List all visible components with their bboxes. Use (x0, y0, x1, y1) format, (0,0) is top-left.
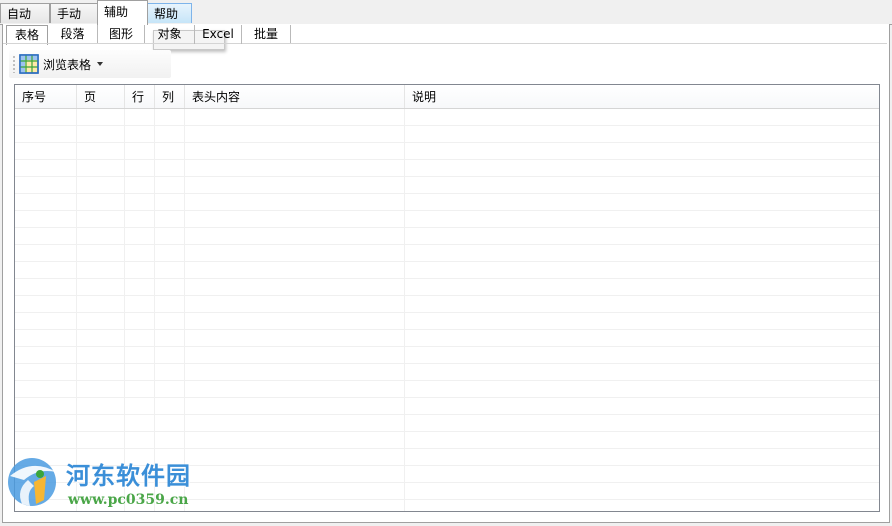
column-divider (154, 109, 155, 511)
column-header-row[interactable]: 行 (125, 85, 155, 108)
column-header-column[interactable]: 列 (155, 85, 185, 108)
tab-help[interactable]: 帮助 (147, 3, 192, 23)
sub-tab-divider (3, 43, 887, 44)
subtab-graphics[interactable]: 图形 (98, 25, 145, 44)
column-divider (124, 109, 125, 511)
table-list-grid[interactable]: 序号 页 行 列 表头内容 说明 (14, 84, 880, 512)
tab-auto[interactable]: 自动 (0, 3, 50, 23)
subtab-paragraph[interactable]: 段落 (48, 25, 98, 44)
sub-tab-strip: 表格 段落 图形 对象 Excel 批量 (6, 25, 306, 45)
grid-header: 序号 页 行 列 表头内容 说明 (15, 85, 879, 109)
subtab-excel[interactable]: Excel (195, 25, 242, 44)
column-header-content[interactable]: 表头内容 (185, 85, 405, 108)
tab-assist[interactable]: 辅助 (97, 0, 148, 25)
subtab-object[interactable]: 对象 (145, 25, 195, 44)
grid-body[interactable] (15, 109, 879, 511)
assist-panel: 表格 段落 图形 对象 Excel 批量 浏览表格 序号 页 行 列 表头内容 … (2, 24, 890, 523)
watermark-title: 河东软件园 (66, 461, 191, 490)
column-header-page[interactable]: 页 (77, 85, 125, 108)
watermark-logo-icon (8, 458, 56, 506)
browse-table-button[interactable]: 浏览表格 (19, 52, 119, 76)
column-divider (184, 109, 185, 511)
table-grid-icon (19, 54, 39, 74)
column-divider (404, 109, 405, 511)
subtab-table[interactable]: 表格 (6, 25, 48, 45)
column-header-index[interactable]: 序号 (15, 85, 77, 108)
column-header-description[interactable]: 说明 (405, 85, 879, 108)
watermark-url: www.pc0359.cn (68, 492, 189, 508)
column-divider (76, 109, 77, 511)
dropdown-arrow-icon[interactable] (97, 62, 104, 66)
toolbar: 浏览表格 (9, 50, 171, 78)
main-tab-strip: 自动 手动 辅助 帮助 (0, 0, 892, 25)
tab-manual[interactable]: 手动 (50, 3, 98, 23)
toolbar-grip[interactable] (13, 55, 15, 73)
subtab-batch[interactable]: 批量 (242, 25, 291, 44)
watermark: 河东软件园 www.pc0359.cn (4, 452, 214, 514)
browse-table-label: 浏览表格 (43, 57, 92, 72)
